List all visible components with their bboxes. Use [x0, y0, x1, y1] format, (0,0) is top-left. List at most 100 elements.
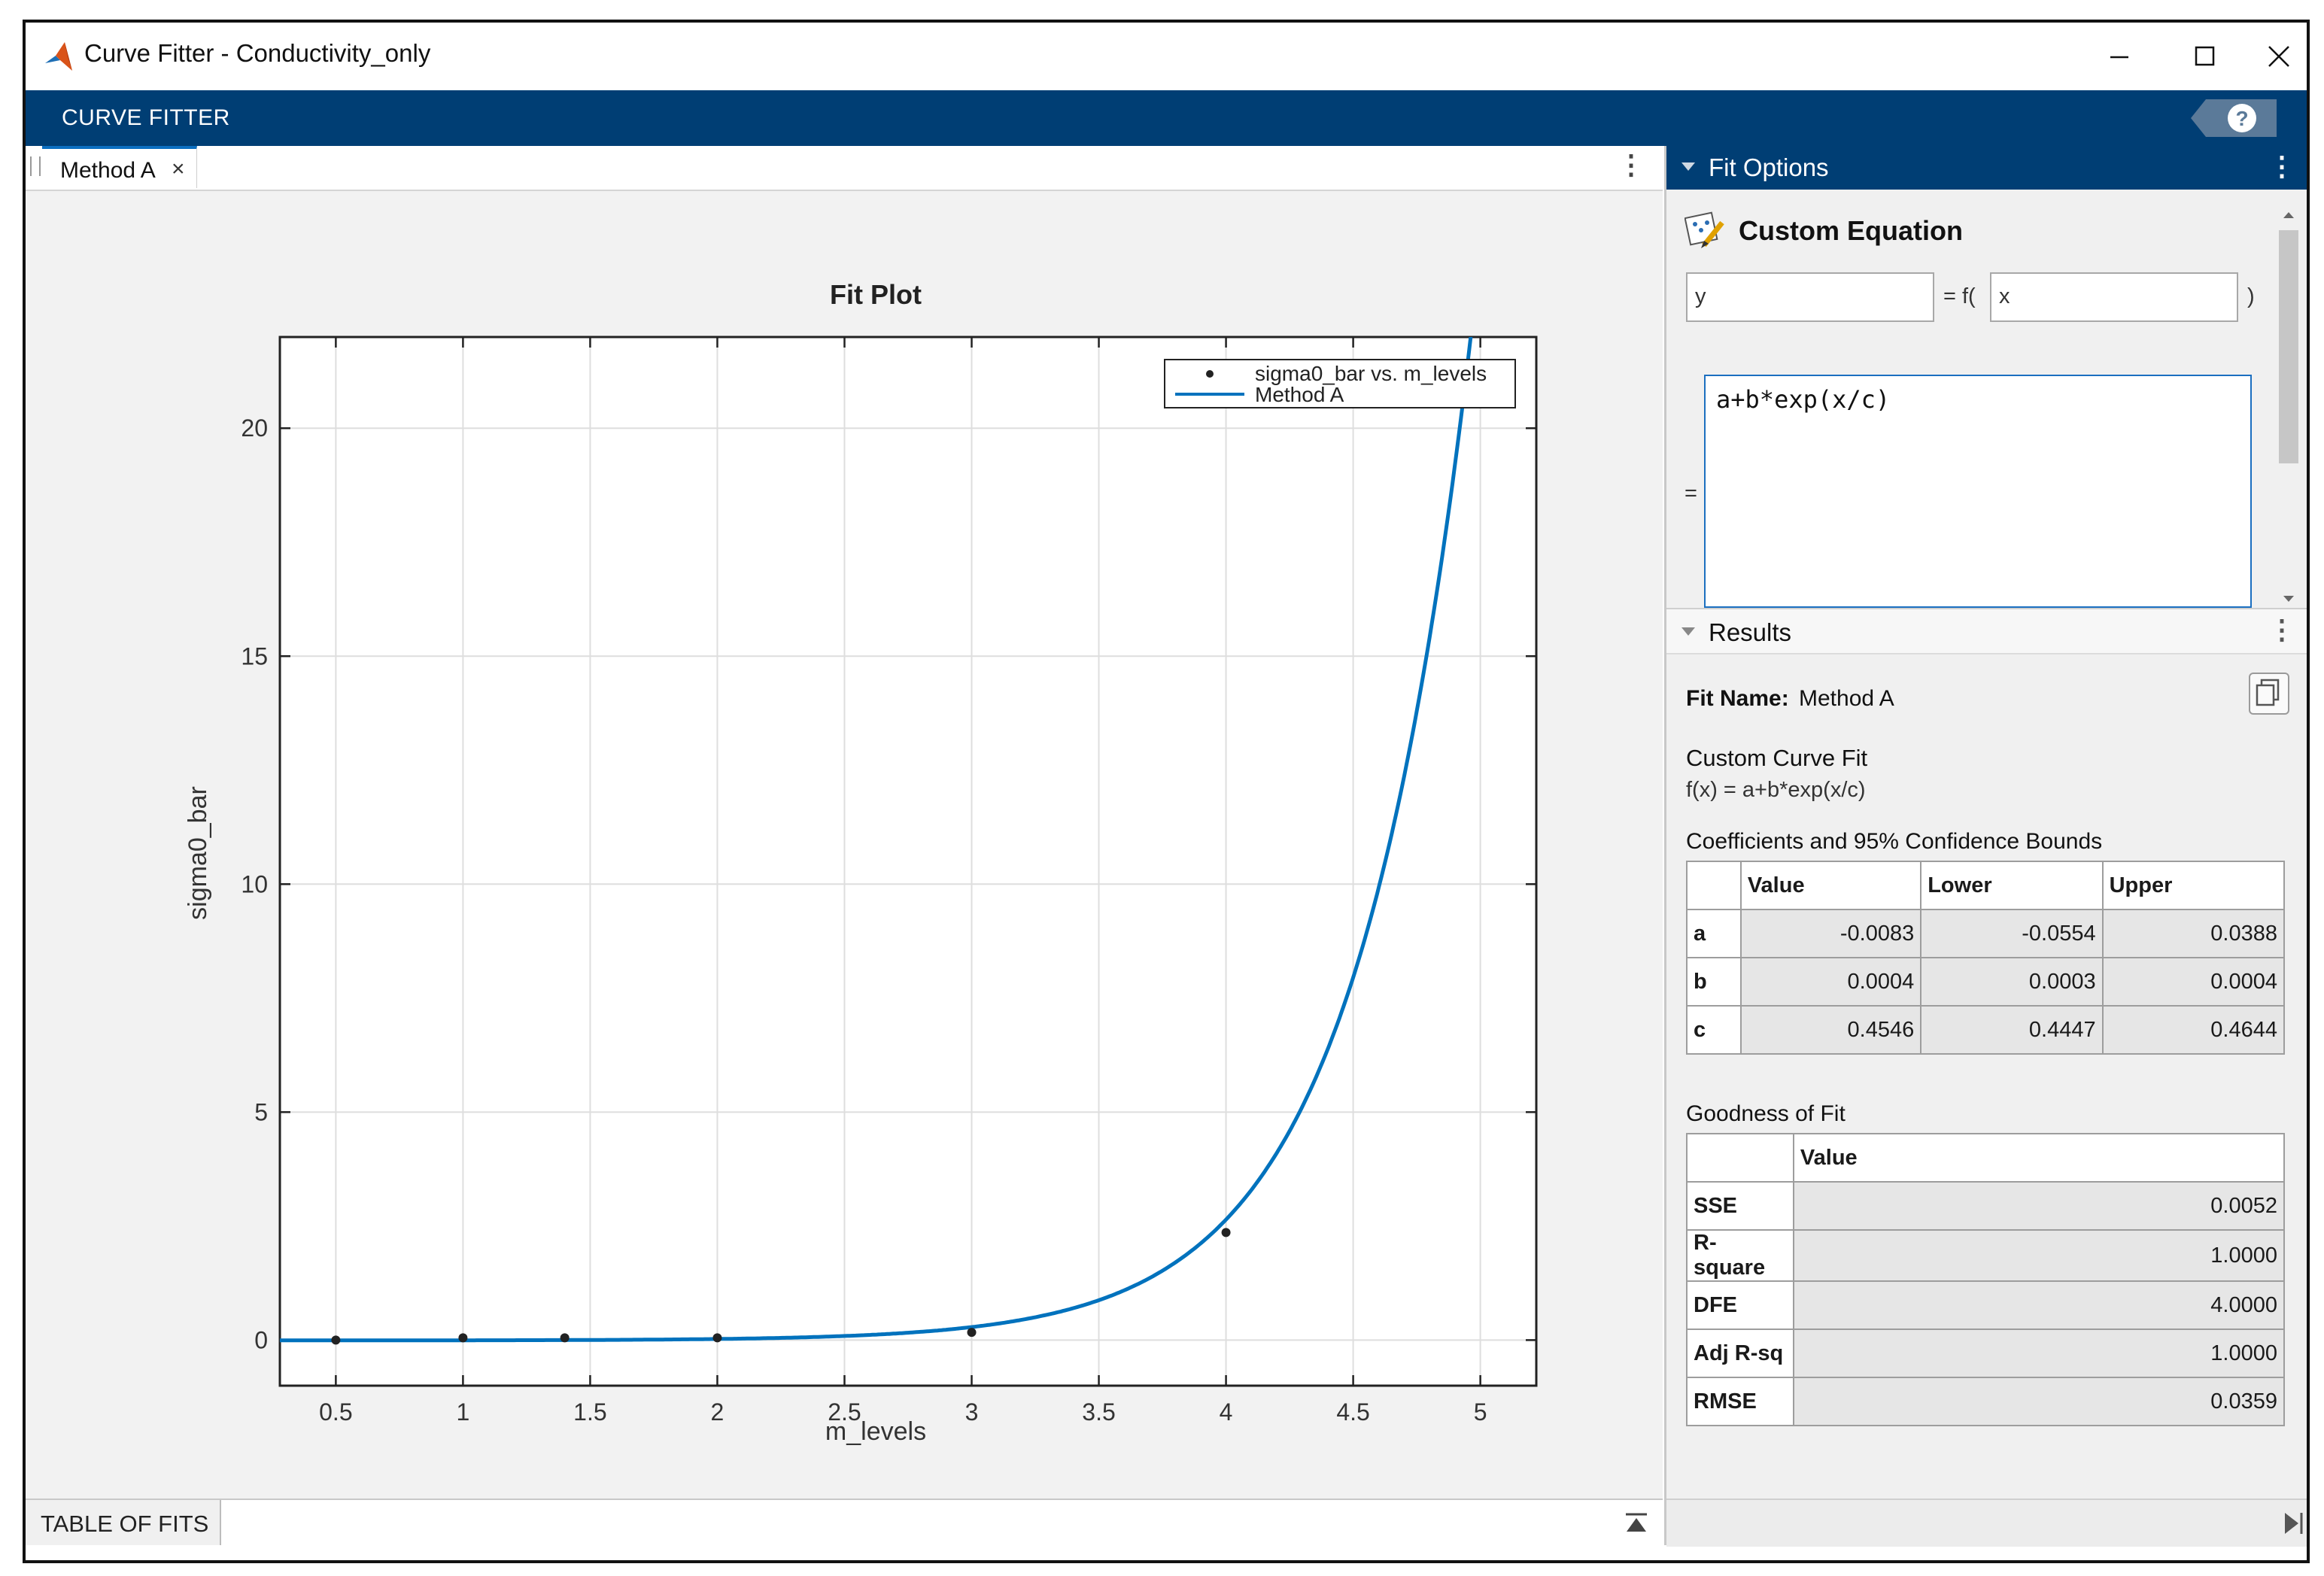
y-tick-label: 0 — [254, 1326, 268, 1353]
table-header-row: Value — [1686, 1133, 2286, 1183]
gof-value: 1.0000 — [1792, 1329, 2286, 1378]
row-name: RMSE — [1686, 1377, 1794, 1426]
scroll-down-icon[interactable] — [2276, 590, 2301, 608]
column-header: Value — [1792, 1133, 2286, 1183]
y-tick-label: 15 — [241, 642, 268, 670]
fit-options-header[interactable]: Fit Options ⋮ — [1666, 146, 2307, 190]
x-tick-label: 3.5 — [1082, 1398, 1115, 1426]
data-point — [458, 1333, 468, 1343]
gof-value: 1.0000 — [1792, 1229, 2286, 1282]
goodness-of-fit-table: Value SSE 0.0052 R-square 1.0000 DFE 4.0… — [1686, 1133, 2286, 1426]
custom-equation-icon — [1685, 211, 1724, 248]
model-title: Custom Curve Fit — [1686, 745, 1868, 771]
data-point — [560, 1333, 570, 1343]
fit-options-menu-icon[interactable]: ⋮ — [2268, 150, 2295, 182]
row-name: c — [1686, 1005, 1742, 1055]
table-of-fits-tab[interactable]: TABLE OF FITS — [26, 1500, 221, 1545]
gof-value: 0.0359 — [1792, 1377, 2286, 1426]
data-point — [712, 1333, 722, 1343]
column-header: Upper — [2101, 861, 2286, 910]
x-tick-label: 4 — [1220, 1398, 1233, 1426]
document-menu-icon[interactable]: ⋮ — [1618, 149, 1645, 181]
fit-name-value: Method A — [1799, 686, 1894, 711]
f-open-label: = f( — [1943, 284, 1976, 308]
close-icon — [2268, 46, 2289, 67]
coef-value: -0.0083 — [1739, 909, 1922, 958]
x-variable-value: x — [1999, 284, 2010, 308]
plot-axes-box — [278, 336, 1538, 1387]
y-tick-label: 20 — [241, 414, 268, 442]
fit-plot-chart[interactable]: Fit Plot m_levels sigma0_bar 0.5 1 1.5 2 2.5… — [26, 191, 1663, 1500]
plot-area: Fit Plot m_levels sigma0_bar 0.5 1 1.5 2 2.5… — [26, 191, 1663, 1500]
f-close-label: ) — [2247, 284, 2255, 308]
table-row: Adj R-sq 1.0000 — [1686, 1329, 2286, 1378]
column-header: Lower — [1920, 861, 2104, 910]
coef-upper: 0.0388 — [2101, 909, 2286, 958]
results-menu-icon[interactable]: ⋮ — [2268, 614, 2295, 645]
help-button[interactable]: ? — [2186, 95, 2277, 141]
close-button[interactable] — [2237, 30, 2307, 83]
coefficients-table: Value Lower Upper a -0.0083 -0.0554 0.03… — [1686, 861, 2286, 1055]
collapse-arrow-icon[interactable] — [1681, 627, 1695, 636]
fit-options-scrollbar[interactable] — [2276, 206, 2301, 608]
equals-label: = — [1685, 481, 1697, 506]
x-tick-label: 5 — [1474, 1398, 1487, 1426]
y-variable-value: y — [1695, 284, 1706, 308]
table-corner-cell — [1686, 861, 1742, 910]
right-panel-footer — [1666, 1499, 2307, 1547]
table-of-fits-label: TABLE OF FITS — [41, 1511, 209, 1537]
tab-label: Method A — [60, 158, 156, 183]
title-bar: Curve Fitter - Conductivity_only — [26, 23, 2307, 90]
gof-value: 0.0052 — [1792, 1181, 2286, 1231]
row-name: SSE — [1686, 1181, 1794, 1231]
collapse-right-icon[interactable] — [2282, 1511, 2304, 1536]
gof-value: 4.0000 — [1792, 1280, 2286, 1330]
curve-fitter-tab[interactable]: CURVE FITTER — [62, 105, 230, 131]
help-icon: ? — [2235, 107, 2248, 130]
coef-lower: 0.4447 — [1920, 1005, 2104, 1055]
toolstrip: CURVE FITTER ? — [26, 90, 2307, 146]
x-tick-label: 2 — [711, 1398, 725, 1426]
column-header: Value — [1739, 861, 1922, 910]
collapse-arrow-icon[interactable] — [1681, 162, 1695, 171]
tab-close-icon[interactable]: × — [172, 156, 185, 182]
table-row: SSE 0.0052 — [1686, 1181, 2286, 1231]
legend-label-fit: Method A — [1255, 383, 1344, 406]
model-equation: f(x) = a+b*exp(x/c) — [1686, 778, 1866, 802]
coef-lower: 0.0003 — [1920, 957, 2104, 1007]
x-tick-label: 2.5 — [828, 1398, 861, 1426]
scroll-up-icon[interactable] — [2276, 206, 2301, 224]
fit-options-title: Fit Options — [1709, 153, 1829, 181]
x-tick-label: 3 — [965, 1398, 979, 1426]
equation-editor[interactable]: a+b*exp(x/c) — [1704, 375, 2252, 608]
maximize-button[interactable] — [2164, 30, 2247, 83]
row-name: DFE — [1686, 1280, 1794, 1330]
bottom-bar: TABLE OF FITS — [26, 1499, 1663, 1547]
table-header-row: Value Lower Upper — [1686, 861, 2286, 910]
results-title: Results — [1709, 618, 1792, 646]
minimize-button[interactable] — [2078, 30, 2161, 83]
table-corner-cell — [1686, 1133, 1794, 1183]
x-variable-field[interactable]: x — [1990, 272, 2238, 322]
legend-label-points: sigma0_bar vs. m_levels — [1255, 362, 1487, 385]
copy-button[interactable] — [2249, 673, 2289, 715]
document-tab-bar: Method A × ⋮ — [26, 146, 1663, 191]
table-row: RMSE 0.0359 — [1686, 1377, 2286, 1426]
tab-method-a[interactable]: Method A × — [42, 146, 197, 188]
coef-upper: 0.4644 — [2101, 1005, 2286, 1055]
drag-grip-icon[interactable] — [30, 156, 41, 176]
legend-marker-points — [1206, 370, 1214, 378]
results-header[interactable]: Results ⋮ — [1666, 608, 2307, 654]
row-name: R-square — [1686, 1229, 1794, 1282]
chart-title: Fit Plot — [830, 279, 922, 310]
y-tick-label: 10 — [241, 870, 268, 897]
table-row: c 0.4546 0.4447 0.4644 — [1686, 1005, 2286, 1055]
coef-value: 0.4546 — [1739, 1005, 1922, 1055]
table-row: DFE 4.0000 — [1686, 1280, 2286, 1330]
y-variable-field[interactable]: y — [1686, 272, 1934, 322]
expand-panel-icon[interactable] — [1624, 1511, 1649, 1536]
equation-type-label: Custom Equation — [1739, 215, 1963, 246]
copy-icon — [2256, 679, 2280, 706]
table-row: a -0.0083 -0.0554 0.0388 — [1686, 909, 2286, 958]
scrollbar-thumb[interactable] — [2279, 230, 2298, 463]
